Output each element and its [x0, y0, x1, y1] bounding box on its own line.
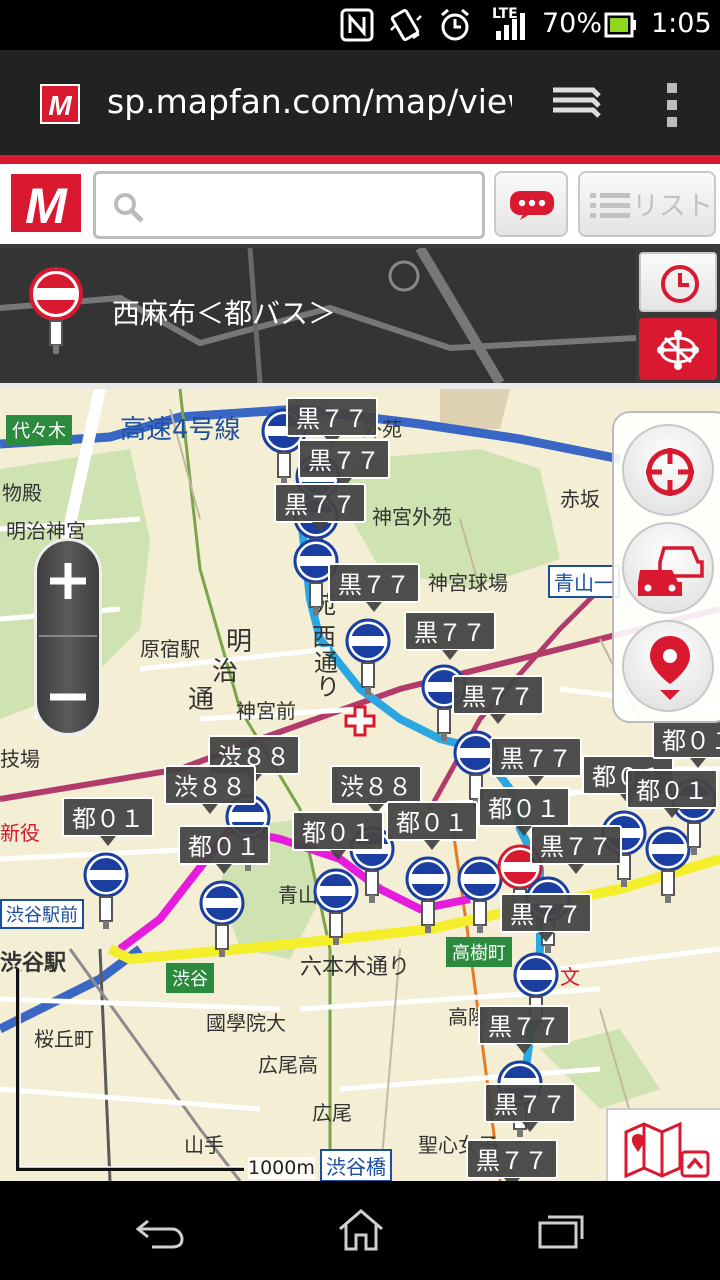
route-tag[interactable]: 黒７７ [298, 439, 390, 488]
route-tag[interactable]: 都０１ [178, 825, 270, 874]
zoom-divider [39, 635, 97, 637]
traffic-button[interactable] [622, 522, 714, 614]
back-icon[interactable] [134, 1215, 186, 1251]
tabs-icon[interactable] [551, 84, 601, 124]
bus-stop-icon[interactable] [457, 856, 503, 935]
battery-percent: 70% [542, 8, 603, 39]
route-tag[interactable]: 都０１ [292, 811, 384, 860]
battery-icon [604, 12, 636, 38]
zoom-in-icon[interactable] [43, 551, 93, 611]
list-icon [590, 193, 630, 218]
route-network-button[interactable] [639, 318, 717, 380]
map-layers-icon [624, 1121, 710, 1178]
search-field[interactable] [93, 171, 485, 239]
route-tag[interactable]: 黒７７ [328, 563, 420, 612]
route-tag[interactable]: 都０１ [62, 797, 154, 846]
bus-stop-icon[interactable] [405, 856, 451, 935]
route-tag[interactable]: 黒７７ [466, 1139, 558, 1181]
mapfan-logo[interactable]: M [11, 174, 81, 232]
menu-dots-icon[interactable] [662, 80, 682, 130]
route-tag[interactable]: 黒７７ [478, 1005, 570, 1054]
navigation-bar [0, 1181, 720, 1280]
clock-time: 1:05 [651, 8, 712, 39]
route-tag[interactable]: 都０１ [386, 801, 478, 850]
scale-bar [16, 967, 246, 1171]
route-tag[interactable]: 渋８８ [330, 765, 422, 814]
vibrate-icon [390, 8, 422, 42]
traffic-icon [638, 546, 704, 596]
message-icon [510, 191, 554, 220]
route-tag[interactable]: 黒７７ [490, 737, 582, 786]
current-location-icon [646, 448, 694, 496]
bus-stop-red-icon [29, 267, 83, 354]
map-layers-button[interactable] [606, 1108, 720, 1181]
route-tag[interactable]: 黒７７ [404, 611, 496, 660]
bus-stop-icon[interactable] [313, 868, 359, 947]
route-tag[interactable]: 都０１ [478, 787, 570, 836]
nfc-icon [340, 8, 374, 42]
pin-drop-button[interactable] [622, 620, 714, 712]
route-tag[interactable]: 黒７７ [274, 483, 366, 532]
svg-text:M: M [25, 178, 68, 232]
route-tag[interactable]: 都０１ [626, 769, 718, 818]
url-bar[interactable]: sp.mapfan.com/map/view [107, 82, 512, 126]
route-tag[interactable]: 渋８８ [164, 765, 256, 814]
timetable-button[interactable] [639, 252, 717, 312]
favicon: M [40, 84, 80, 124]
pin-drop-icon [650, 636, 690, 700]
route-tag[interactable]: 黒７７ [286, 397, 378, 446]
home-icon[interactable] [336, 1207, 386, 1253]
clock-icon [661, 265, 699, 303]
scale-label: 1000m [248, 1157, 315, 1179]
bus-stop-icon[interactable] [83, 852, 129, 931]
lte-signal-icon [496, 13, 525, 40]
brand-rule [0, 155, 720, 164]
current-location-button[interactable] [622, 424, 714, 516]
stop-name: 西麻布＜都バス＞ [112, 297, 337, 330]
zoom-out-icon[interactable] [43, 667, 93, 727]
bus-stop-icon[interactable] [345, 618, 391, 697]
message-button[interactable] [494, 171, 568, 237]
zoom-control [34, 538, 102, 736]
svg-text:M: M [48, 90, 72, 121]
route-tag[interactable]: 黒７７ [530, 825, 622, 874]
route-tag[interactable]: 黒７７ [452, 675, 544, 724]
recent-apps-icon[interactable] [536, 1209, 586, 1251]
bus-stop-icon[interactable] [199, 880, 245, 959]
route-tag[interactable]: 都０１ [652, 719, 720, 768]
status-bar: LTE 70% 1:05 [0, 0, 720, 50]
route-tag[interactable]: 黒７７ [484, 1083, 576, 1132]
alarm-icon [441, 8, 469, 41]
route-network-icon [657, 330, 699, 370]
route-tag[interactable]: 黒７７ [500, 893, 592, 942]
bus-stop-icon[interactable] [645, 826, 691, 905]
search-icon [114, 193, 144, 223]
list-button-label: リスト [632, 191, 713, 222]
